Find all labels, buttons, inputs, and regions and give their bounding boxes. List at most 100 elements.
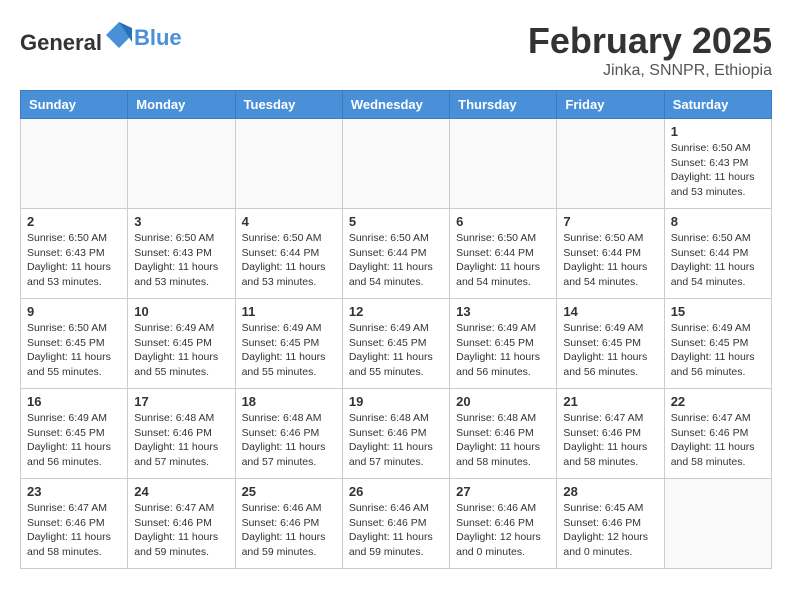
calendar-cell (450, 119, 557, 209)
day-number: 6 (456, 214, 550, 229)
calendar-week-row: 16 Sunrise: 6:49 AM Sunset: 6:45 PM Dayli… (21, 389, 772, 479)
day-info: Sunrise: 6:48 AM Sunset: 6:46 PM Dayligh… (134, 411, 228, 470)
day-info: Sunrise: 6:50 AM Sunset: 6:43 PM Dayligh… (134, 231, 228, 290)
day-info: Sunrise: 6:50 AM Sunset: 6:44 PM Dayligh… (563, 231, 657, 290)
day-info: Sunrise: 6:46 AM Sunset: 6:46 PM Dayligh… (456, 501, 550, 560)
day-info: Sunrise: 6:50 AM Sunset: 6:43 PM Dayligh… (671, 141, 765, 200)
logo-icon (104, 20, 134, 50)
calendar-cell: 4 Sunrise: 6:50 AM Sunset: 6:44 PM Daylig… (235, 209, 342, 299)
day-number: 3 (134, 214, 228, 229)
calendar-table: SundayMondayTuesdayWednesdayThursdayFrid… (20, 90, 772, 569)
calendar-cell: 13 Sunrise: 6:49 AM Sunset: 6:45 PM Dayli… (450, 299, 557, 389)
calendar-cell: 15 Sunrise: 6:49 AM Sunset: 6:45 PM Dayli… (664, 299, 771, 389)
calendar-cell: 11 Sunrise: 6:49 AM Sunset: 6:45 PM Dayli… (235, 299, 342, 389)
day-info: Sunrise: 6:47 AM Sunset: 6:46 PM Dayligh… (27, 501, 121, 560)
calendar-cell (664, 479, 771, 569)
page-header: General Blue February 2025 Jinka, SNNPR,… (20, 20, 772, 80)
calendar-cell: 16 Sunrise: 6:49 AM Sunset: 6:45 PM Dayli… (21, 389, 128, 479)
calendar-cell: 14Sunrise: 6:49 AM Sunset: 6:45 PM Dayli… (557, 299, 664, 389)
day-number: 12 (349, 304, 443, 319)
day-info: Sunrise: 6:49 AM Sunset: 6:45 PM Dayligh… (456, 321, 550, 380)
calendar-cell: 9 Sunrise: 6:50 AM Sunset: 6:45 PM Daylig… (21, 299, 128, 389)
day-number: 13 (456, 304, 550, 319)
calendar-week-row: 1Sunrise: 6:50 AM Sunset: 6:43 PM Daylig… (21, 119, 772, 209)
day-number: 2 (27, 214, 121, 229)
logo: General Blue (20, 20, 182, 56)
weekday-header: Friday (557, 91, 664, 119)
day-info: Sunrise: 6:49 AM Sunset: 6:45 PM Dayligh… (671, 321, 765, 380)
calendar-cell: 26 Sunrise: 6:46 AM Sunset: 6:46 PM Dayli… (342, 479, 449, 569)
calendar-cell: 3 Sunrise: 6:50 AM Sunset: 6:43 PM Daylig… (128, 209, 235, 299)
calendar-cell: 28 Sunrise: 6:45 AM Sunset: 6:46 PM Dayli… (557, 479, 664, 569)
calendar-cell: 27 Sunrise: 6:46 AM Sunset: 6:46 PM Dayli… (450, 479, 557, 569)
calendar-week-row: 2 Sunrise: 6:50 AM Sunset: 6:43 PM Daylig… (21, 209, 772, 299)
calendar-cell (557, 119, 664, 209)
logo-blue: Blue (134, 25, 182, 51)
day-info: Sunrise: 6:47 AM Sunset: 6:46 PM Dayligh… (563, 411, 657, 470)
day-info: Sunrise: 6:50 AM Sunset: 6:44 PM Dayligh… (456, 231, 550, 290)
day-number: 28 (563, 484, 657, 499)
day-number: 5 (349, 214, 443, 229)
day-info: Sunrise: 6:49 AM Sunset: 6:45 PM Dayligh… (242, 321, 336, 380)
calendar-cell: 2 Sunrise: 6:50 AM Sunset: 6:43 PM Daylig… (21, 209, 128, 299)
calendar-cell (235, 119, 342, 209)
calendar-cell: 6 Sunrise: 6:50 AM Sunset: 6:44 PM Daylig… (450, 209, 557, 299)
calendar-cell: 7 Sunrise: 6:50 AM Sunset: 6:44 PM Daylig… (557, 209, 664, 299)
day-number: 14 (563, 304, 657, 319)
day-info: Sunrise: 6:46 AM Sunset: 6:46 PM Dayligh… (242, 501, 336, 560)
day-info: Sunrise: 6:49 AM Sunset: 6:45 PM Dayligh… (349, 321, 443, 380)
calendar-cell: 22 Sunrise: 6:47 AM Sunset: 6:46 PM Dayli… (664, 389, 771, 479)
calendar-cell (342, 119, 449, 209)
calendar-cell: 12 Sunrise: 6:49 AM Sunset: 6:45 PM Dayli… (342, 299, 449, 389)
day-number: 27 (456, 484, 550, 499)
title-block: February 2025 Jinka, SNNPR, Ethiopia (528, 20, 772, 80)
day-number: 9 (27, 304, 121, 319)
day-number: 15 (671, 304, 765, 319)
day-number: 17 (134, 394, 228, 409)
day-info: Sunrise: 6:48 AM Sunset: 6:46 PM Dayligh… (349, 411, 443, 470)
day-number: 24 (134, 484, 228, 499)
day-number: 16 (27, 394, 121, 409)
day-info: Sunrise: 6:48 AM Sunset: 6:46 PM Dayligh… (242, 411, 336, 470)
day-number: 4 (242, 214, 336, 229)
calendar-cell: 17 Sunrise: 6:48 AM Sunset: 6:46 PM Dayli… (128, 389, 235, 479)
day-number: 18 (242, 394, 336, 409)
calendar-cell: 18 Sunrise: 6:48 AM Sunset: 6:46 PM Dayli… (235, 389, 342, 479)
logo-general: General (20, 30, 102, 55)
weekday-header: Saturday (664, 91, 771, 119)
day-info: Sunrise: 6:45 AM Sunset: 6:46 PM Dayligh… (563, 501, 657, 560)
calendar-cell: 23 Sunrise: 6:47 AM Sunset: 6:46 PM Dayli… (21, 479, 128, 569)
calendar-cell: 5 Sunrise: 6:50 AM Sunset: 6:44 PM Daylig… (342, 209, 449, 299)
calendar-week-row: 23 Sunrise: 6:47 AM Sunset: 6:46 PM Dayli… (21, 479, 772, 569)
day-info: Sunrise: 6:50 AM Sunset: 6:44 PM Dayligh… (242, 231, 336, 290)
day-info: Sunrise: 6:50 AM Sunset: 6:43 PM Dayligh… (27, 231, 121, 290)
day-number: 25 (242, 484, 336, 499)
day-info: Sunrise: 6:49 AM Sunset: 6:45 PM Dayligh… (27, 411, 121, 470)
day-number: 10 (134, 304, 228, 319)
day-info: Sunrise: 6:46 AM Sunset: 6:46 PM Dayligh… (349, 501, 443, 560)
calendar-cell (128, 119, 235, 209)
calendar-cell (21, 119, 128, 209)
weekday-header: Tuesday (235, 91, 342, 119)
day-number: 21 (563, 394, 657, 409)
weekday-header-row: SundayMondayTuesdayWednesdayThursdayFrid… (21, 91, 772, 119)
weekday-header: Monday (128, 91, 235, 119)
day-info: Sunrise: 6:50 AM Sunset: 6:44 PM Dayligh… (671, 231, 765, 290)
day-number: 26 (349, 484, 443, 499)
day-number: 8 (671, 214, 765, 229)
weekday-header: Sunday (21, 91, 128, 119)
day-info: Sunrise: 6:47 AM Sunset: 6:46 PM Dayligh… (671, 411, 765, 470)
calendar-cell: 20 Sunrise: 6:48 AM Sunset: 6:46 PM Dayli… (450, 389, 557, 479)
day-number: 23 (27, 484, 121, 499)
calendar-cell: 1Sunrise: 6:50 AM Sunset: 6:43 PM Daylig… (664, 119, 771, 209)
calendar-cell: 24Sunrise: 6:47 AM Sunset: 6:46 PM Dayli… (128, 479, 235, 569)
day-number: 22 (671, 394, 765, 409)
calendar-cell: 10Sunrise: 6:49 AM Sunset: 6:45 PM Dayli… (128, 299, 235, 389)
day-info: Sunrise: 6:50 AM Sunset: 6:44 PM Dayligh… (349, 231, 443, 290)
day-number: 20 (456, 394, 550, 409)
day-info: Sunrise: 6:50 AM Sunset: 6:45 PM Dayligh… (27, 321, 121, 380)
day-number: 11 (242, 304, 336, 319)
day-number: 19 (349, 394, 443, 409)
day-info: Sunrise: 6:48 AM Sunset: 6:46 PM Dayligh… (456, 411, 550, 470)
day-number: 7 (563, 214, 657, 229)
